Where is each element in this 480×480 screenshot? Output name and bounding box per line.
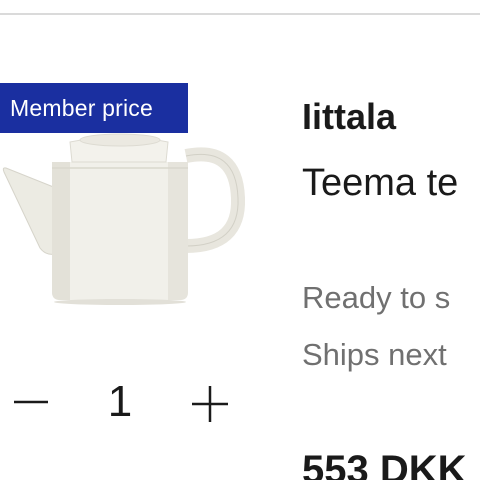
availability-status: Ready to s — [302, 280, 451, 315]
plus-icon[interactable] — [188, 380, 232, 424]
member-price-badge: Member price — [0, 83, 188, 133]
top-divider — [0, 13, 480, 15]
product-card: Member price Iittala Teema te Ready to s… — [0, 0, 480, 480]
product-title[interactable]: Teema te — [302, 162, 458, 205]
shipping-info: Ships next — [302, 337, 447, 372]
brand-name[interactable]: Iittala — [302, 96, 396, 138]
product-price: 553 DKK — [302, 448, 467, 480]
quantity-value[interactable]: 1 — [100, 377, 140, 427]
teapot-image[interactable] — [0, 128, 250, 308]
minus-icon[interactable] — [8, 380, 52, 424]
